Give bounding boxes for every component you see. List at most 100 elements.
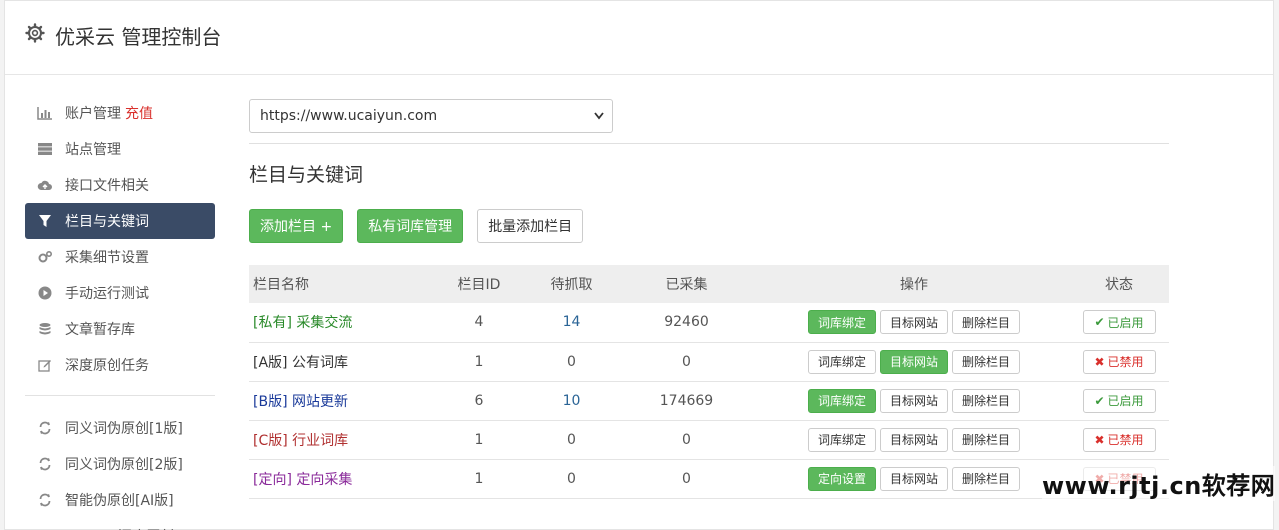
main-content: https://www.ucaiyun.com 栏目与关键词 添加栏目 + 私有… <box>249 99 1169 499</box>
table-row: [B版] 网站更新 6 10 174669 词库绑定 目标网站 删除栏目 ✔ 已启用 <box>249 381 1169 420</box>
sidebar-item-4[interactable]: 采集细节设置 <box>25 239 215 275</box>
batch-add-button[interactable]: 批量添加栏目 <box>477 209 584 243</box>
status-label: 已启用 <box>1107 394 1144 408</box>
delete-column-button[interactable]: 删除栏目 <box>952 310 1021 335</box>
column-id: 1 <box>474 431 484 448</box>
sidebar-item-label: 栏目与关键词 <box>65 214 149 230</box>
table-header: 栏目名称 栏目ID 待抓取 已采集 操作 状态 <box>249 265 1169 303</box>
sidebar-item-label: 同义词伪原创[1版] <box>65 421 183 437</box>
col-header-status: 状态 <box>1105 277 1133 293</box>
column-id: 1 <box>474 470 484 487</box>
sidebar-item-b1[interactable]: 同义词伪原创[2版] <box>25 446 215 482</box>
lexicon-bind-button[interactable]: 词库绑定 <box>807 427 876 452</box>
column-name[interactable]: [C版] 行业词库 <box>249 420 429 459</box>
sidebar-divider <box>25 395 215 396</box>
target-site-button[interactable]: 目标网站 <box>879 349 948 374</box>
lexicon-bind-button[interactable]: 词库绑定 <box>807 310 876 335</box>
cloud-upload-icon <box>37 177 53 193</box>
table-row: [A版] 公有词库 1 0 0 词库绑定 目标网站 删除栏目 ✖ 已禁用 <box>249 342 1169 381</box>
check-icon: ✔ <box>1094 315 1105 330</box>
sidebar-item-7[interactable]: 深度原创任务 <box>25 347 215 383</box>
delete-column-button[interactable]: 删除栏目 <box>952 388 1021 413</box>
chevron-down-icon <box>594 112 604 120</box>
column-tag: [定向] <box>253 471 292 488</box>
watermark: www.rjtj.cn软荐网 <box>1042 466 1276 501</box>
lexicon-bind-button[interactable]: 词库绑定 <box>807 388 876 413</box>
target-site-button[interactable]: 目标网站 <box>879 388 948 413</box>
target-site-button[interactable]: 目标网站 <box>879 466 948 491</box>
col-header-collected: 已采集 <box>665 277 708 293</box>
gear-icon <box>25 23 45 43</box>
sidebar-item-b2[interactable]: 智能伪原创[AI版] <box>25 482 215 518</box>
private-lexicon-button[interactable]: 私有词库管理 <box>357 209 464 243</box>
column-name[interactable]: [定向] 定向采集 <box>249 459 429 498</box>
collected-count: 0 <box>682 431 691 448</box>
target-site-button[interactable]: 目标网站 <box>879 427 948 452</box>
row-actions: 词库绑定 目标网站 删除栏目 <box>759 388 1069 413</box>
status-toggle[interactable]: ✖已禁用 <box>1082 427 1156 452</box>
col-header-pending: 待抓取 <box>550 277 593 293</box>
status-label: 已禁用 <box>1107 433 1144 447</box>
column-name[interactable]: [B版] 网站更新 <box>249 381 429 420</box>
pending-count: 0 <box>567 353 576 370</box>
filter-icon <box>37 213 53 229</box>
col-header-id: 栏目ID <box>457 277 501 293</box>
sidebar-item-b0[interactable]: 同义词伪原创[1版] <box>25 410 215 446</box>
sidebar-item-label: 同义词伪原创[2版] <box>65 457 183 473</box>
sidebar-item-0[interactable]: 账户管理 充值 <box>25 95 215 131</box>
target-site-button[interactable]: 目标网站 <box>879 310 948 335</box>
lexicon-bind-button[interactable]: 定向设置 <box>807 466 876 491</box>
status-label: 已禁用 <box>1107 355 1144 369</box>
column-id: 6 <box>474 392 484 409</box>
sidebar-item-label: 深度原创任务 <box>65 358 149 374</box>
site-select[interactable]: https://www.ucaiyun.com <box>249 99 613 133</box>
columns-table: 栏目名称 栏目ID 待抓取 已采集 操作 状态 [私有] 采集交流 4 14 9246… <box>249 265 1169 499</box>
column-id: 4 <box>474 314 484 331</box>
delete-column-button[interactable]: 删除栏目 <box>952 466 1021 491</box>
delete-column-button[interactable]: 删除栏目 <box>952 427 1021 452</box>
sidebar-item-label: UWriter深度原创 <box>65 526 174 530</box>
sidebar-item-3[interactable]: 栏目与关键词 <box>25 203 215 239</box>
column-title: 采集交流 <box>296 315 353 332</box>
delete-column-button[interactable]: 删除栏目 <box>952 349 1021 374</box>
column-name[interactable]: [A版] 公有词库 <box>249 342 429 381</box>
row-actions: 词库绑定 目标网站 删除栏目 <box>759 349 1069 374</box>
col-header-name: 栏目名称 <box>253 277 309 293</box>
sidebar-item-label: 智能伪原创[AI版] <box>65 493 174 509</box>
sidebar-item-label: 采集细节设置 <box>65 250 149 266</box>
table-row: [C版] 行业词库 1 0 0 词库绑定 目标网站 删除栏目 ✖ 已禁用 <box>249 420 1169 459</box>
collected-count: 92460 <box>664 314 709 331</box>
column-title: 行业词库 <box>292 432 349 449</box>
collected-count: 0 <box>682 353 691 370</box>
cogs-icon <box>37 249 53 265</box>
sidebar-item-2[interactable]: 接口文件相关 <box>25 167 215 203</box>
sidebar-item-6[interactable]: 文章暂存库 <box>25 311 215 347</box>
action-buttons: 添加栏目 + 私有词库管理 批量添加栏目 <box>249 209 1169 243</box>
sidebar-item-label: 手动运行测试 <box>65 286 149 302</box>
column-id: 1 <box>474 353 484 370</box>
column-title: 公有词库 <box>291 354 348 371</box>
app-frame: 优采云 管理控制台 账户管理 充值 站点管理 接口文件相关 栏目与关键词 采集细节设置 手动… <box>4 0 1274 530</box>
sidebar-item-label: 账户管理 <box>65 106 121 122</box>
status-toggle[interactable]: ✖已禁用 <box>1082 349 1156 374</box>
sidebar-item-b3[interactable]: UWriter深度原创 <box>25 518 215 530</box>
status-toggle[interactable]: ✔ 已启用 <box>1082 388 1156 413</box>
bar-chart-icon <box>37 105 53 121</box>
sidebar-item-label: 接口文件相关 <box>65 178 149 194</box>
sidebar-item-label: 站点管理 <box>65 142 121 158</box>
sidebar-item-1[interactable]: 站点管理 <box>25 131 215 167</box>
pending-count: 10 <box>562 392 581 409</box>
sidebar-item-5[interactable]: 手动运行测试 <box>25 275 215 311</box>
edit-icon <box>37 357 53 373</box>
col-header-ops: 操作 <box>900 277 928 293</box>
column-tag: [私有] <box>253 315 292 332</box>
column-name[interactable]: [私有] 采集交流 <box>249 303 429 342</box>
column-tag: [C版] <box>253 432 288 449</box>
pending-count: 14 <box>562 314 581 331</box>
column-tag: [A版] <box>253 354 288 371</box>
lexicon-bind-button[interactable]: 词库绑定 <box>807 349 876 374</box>
add-column-button[interactable]: 添加栏目 + <box>249 209 344 243</box>
recharge-link[interactable]: 充值 <box>125 103 153 123</box>
status-toggle[interactable]: ✔ 已启用 <box>1082 310 1156 335</box>
database-icon <box>37 321 53 337</box>
